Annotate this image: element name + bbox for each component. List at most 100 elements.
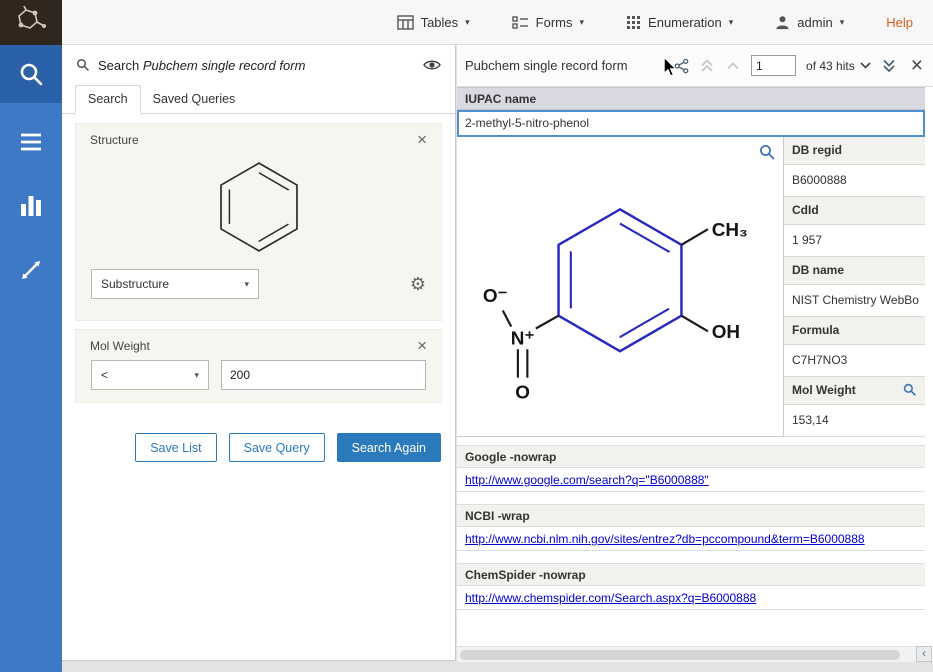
field-header-db-name: DB name: [784, 257, 925, 285]
chevron-down-icon: ▾: [729, 18, 734, 27]
magnifier-icon[interactable]: [903, 383, 917, 397]
user-icon: [775, 15, 790, 30]
link-section-google: Google -nowrap http://www.google.com/sea…: [457, 445, 925, 492]
scrollbar-thumb[interactable]: [460, 650, 900, 660]
record-number-input[interactable]: [751, 55, 796, 76]
molecule-structure: CH₃ OH N⁺ O⁻ O: [464, 139, 776, 431]
field-value-cdid[interactable]: 1 957: [784, 225, 925, 257]
sidebar-item-search[interactable]: [0, 45, 62, 103]
link-section-header: ChemSpider -nowrap: [457, 563, 925, 586]
atom-label-o: O: [515, 382, 530, 403]
close-icon[interactable]: ×: [417, 339, 427, 353]
chevron-down-icon: ▾: [840, 18, 845, 27]
save-list-button[interactable]: Save List: [135, 433, 216, 462]
link-section-ncbi: NCBI -wrap http://www.ncbi.nlm.nih.gov/s…: [457, 504, 925, 551]
top-nav: Tables ▾ Forms ▾ Enumeration ▾: [397, 15, 933, 30]
enumeration-grid-icon: [626, 15, 641, 30]
sidebar-item-transfer[interactable]: [0, 241, 62, 299]
save-query-button[interactable]: Save Query: [229, 433, 325, 462]
nav-admin[interactable]: admin ▾: [775, 15, 844, 30]
forms-icon: [512, 15, 529, 30]
google-search-link[interactable]: http://www.google.com/search?q="B6000888…: [465, 473, 709, 487]
search-again-button[interactable]: Search Again: [337, 433, 441, 462]
previous-record-icon[interactable]: [725, 58, 741, 73]
structure-editor-preview[interactable]: [76, 147, 441, 269]
sidebar-item-list[interactable]: [0, 113, 62, 171]
hits-count[interactable]: of 43 hits: [806, 59, 871, 73]
record-form-panel: Pubchem single record form: [457, 45, 933, 661]
iupac-name-value[interactable]: 2-methyl-5-nitro-phenol: [457, 110, 925, 137]
atom-label-oh: OH: [712, 322, 740, 343]
record-pager: of 43 hits ×: [674, 55, 927, 76]
search-panel-title: Search Pubchem single record form: [98, 58, 305, 73]
field-header-cdid: CdId: [784, 197, 925, 225]
molweight-card-title: Mol Weight: [90, 339, 150, 353]
chevron-down-icon: ▾: [244, 280, 249, 289]
app-logo[interactable]: [0, 0, 62, 45]
record-form-content: IUPAC name 2-methyl-5-nitro-phenol: [457, 87, 933, 610]
molecule-image-cell[interactable]: CH₃ OH N⁺ O⁻ O: [457, 137, 783, 436]
atom-label-o-minus: O⁻: [483, 286, 508, 307]
record-detail-split: CH₃ OH N⁺ O⁻ O DB regid B6000888 CdId 1 …: [457, 137, 925, 437]
search-tabs: Search Saved Queries: [62, 85, 455, 114]
search-icon: [18, 61, 45, 88]
close-icon[interactable]: ×: [417, 133, 427, 147]
eye-icon[interactable]: [423, 59, 441, 71]
nav-forms[interactable]: Forms ▾: [512, 15, 584, 30]
link-section-chemspider: ChemSpider -nowrap http://www.chemspider…: [457, 563, 925, 610]
molweight-operator-select[interactable]: < ▾: [91, 360, 209, 390]
first-record-icon[interactable]: [699, 58, 715, 73]
record-form-header: Pubchem single record form: [457, 45, 933, 87]
collapse-panel-button[interactable]: ‹: [916, 646, 932, 662]
diagonal-arrows-icon: [18, 257, 44, 283]
chevron-down-icon: ▾: [465, 18, 470, 27]
tab-saved-queries[interactable]: Saved Queries: [141, 86, 248, 113]
benzene-structure: [203, 151, 315, 263]
record-form-title: Pubchem single record form: [465, 58, 628, 73]
nav-enumeration[interactable]: Enumeration ▾: [626, 15, 733, 30]
chevron-down-icon: [860, 62, 871, 69]
magnifier-icon[interactable]: [759, 144, 776, 161]
logo-molecule-icon: [14, 6, 48, 38]
top-bar: Tables ▾ Forms ▾ Enumeration ▾: [0, 0, 933, 45]
close-icon[interactable]: ×: [907, 57, 927, 75]
search-icon: [76, 58, 90, 72]
field-value-db-regid[interactable]: B6000888: [784, 165, 925, 197]
sidebar-item-tables[interactable]: [0, 177, 62, 235]
chevron-down-icon: ▾: [580, 18, 585, 27]
search-panel: Search Pubchem single record form Search…: [62, 45, 456, 661]
field-value-db-name[interactable]: NIST Chemistry WebBo: [784, 285, 925, 317]
search-actions: Save List Save Query Search Again: [76, 433, 441, 462]
nav-tables[interactable]: Tables ▾: [397, 15, 470, 30]
search-title-prefix: Search: [98, 58, 139, 73]
columns-chart-icon: [18, 193, 44, 219]
field-value-mol-weight[interactable]: 153,14: [784, 405, 925, 437]
tables-icon: [397, 15, 414, 30]
molweight-value-input[interactable]: [221, 360, 426, 390]
nav-forms-label: Forms: [536, 15, 573, 30]
chemspider-link[interactable]: http://www.chemspider.com/Search.aspx?q=…: [465, 591, 756, 605]
atom-label-ch3: CH₃: [712, 220, 748, 241]
chevron-down-icon: ▾: [194, 371, 199, 380]
nav-tables-label: Tables: [421, 15, 459, 30]
ncbi-link[interactable]: http://www.ncbi.nlm.nih.gov/sites/entrez…: [465, 532, 865, 546]
share-icon[interactable]: [674, 58, 689, 74]
field-value-formula[interactable]: C7H7NO3: [784, 345, 925, 377]
structure-query-card: Structure × Substructure ▾ ⚙: [75, 123, 442, 321]
molweight-operator-value: <: [101, 368, 108, 382]
record-fields-column: DB regid B6000888 CdId 1 957 DB name NIS…: [783, 137, 925, 436]
gear-icon[interactable]: ⚙: [410, 275, 426, 293]
structure-mode-select[interactable]: Substructure ▾: [91, 269, 259, 299]
tab-search[interactable]: Search: [75, 85, 141, 114]
search-title-form-name: Pubchem single record form: [143, 58, 306, 73]
nav-admin-label: admin: [797, 15, 832, 30]
iupac-name-header: IUPAC name: [457, 87, 925, 110]
app-window: Tables ▾ Forms ▾ Enumeration ▾: [0, 0, 933, 672]
hits-count-label: of 43 hits: [806, 59, 855, 73]
horizontal-scrollbar[interactable]: [457, 646, 916, 662]
nav-enumeration-label: Enumeration: [648, 15, 722, 30]
field-header-formula: Formula: [784, 317, 925, 345]
list-icon: [18, 129, 44, 155]
last-record-icon[interactable]: [881, 58, 897, 73]
help-link[interactable]: Help: [886, 15, 913, 30]
